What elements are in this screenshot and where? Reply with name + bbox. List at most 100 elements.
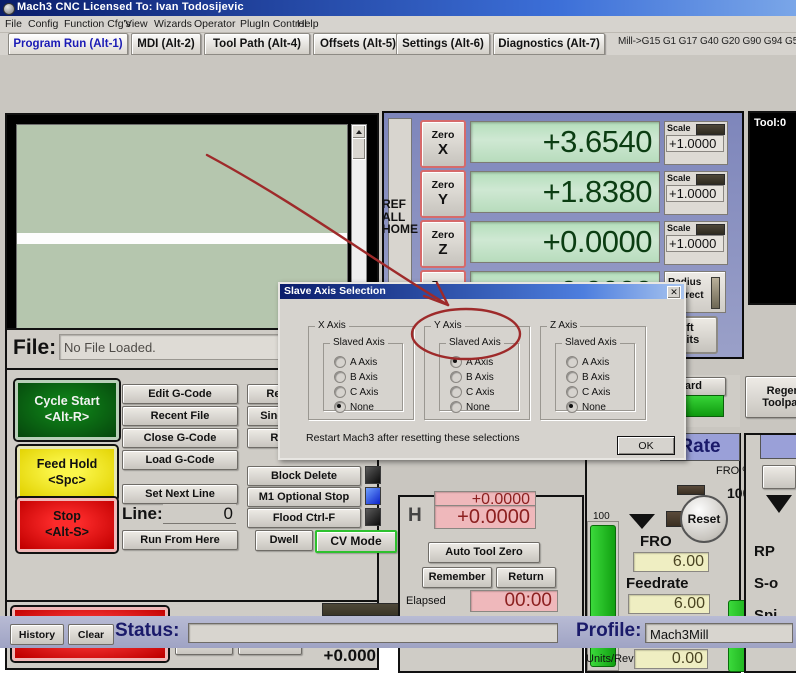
scale-z-value[interactable]: +1.0000 xyxy=(666,235,724,252)
clear-button[interactable]: Clear xyxy=(68,624,114,645)
regen-toolpath-button[interactable]: Regen. Toolpath xyxy=(745,376,796,418)
edit-gcode-button[interactable]: Edit G-Code xyxy=(122,384,238,404)
close-gcode-button[interactable]: Close G-Code xyxy=(122,428,238,448)
feed-hold-button[interactable]: Feed Hold <Spc> xyxy=(17,446,117,500)
scale-x-label: Scale xyxy=(667,123,691,133)
stop-button[interactable]: Stop <Alt-S> xyxy=(17,498,117,552)
slave-axis-selection-dialog: Slave Axis Selection ✕ X Axis Slaved Axi… xyxy=(278,282,686,460)
units-per-rev-label: Units/Rev xyxy=(586,653,634,665)
spindle-toggle-button[interactable] xyxy=(762,465,796,489)
scale-y-value[interactable]: +1.0000 xyxy=(666,185,724,202)
set-next-line-button[interactable]: Set Next Line xyxy=(122,484,238,504)
z-radio-none-label: None xyxy=(582,402,606,413)
load-gcode-button[interactable]: Load G-Code xyxy=(122,450,238,470)
block-delete-led xyxy=(365,466,381,484)
scale-y-box: Scale +1.0000 xyxy=(664,171,728,215)
fro-value[interactable]: 6.00 xyxy=(633,552,709,572)
close-icon[interactable]: ✕ xyxy=(667,286,681,299)
tab-tool-path[interactable]: Tool Path (Alt-4) xyxy=(204,33,310,55)
z-radio-a-axis[interactable]: A Axis xyxy=(566,356,609,368)
y-radio-a-label: A Axis xyxy=(466,357,493,368)
flood-button[interactable]: Flood Ctrl-F xyxy=(247,508,361,528)
y-radio-none[interactable]: None xyxy=(450,401,490,413)
scroll-up-arrow-icon[interactable] xyxy=(352,125,366,139)
regen-toolpath-label-2: Toolpath xyxy=(762,397,796,409)
menu-item-file[interactable]: File xyxy=(5,18,22,30)
y-radio-c-axis[interactable]: C Axis xyxy=(450,386,494,398)
line-number-value[interactable]: 0 xyxy=(163,504,236,524)
zero-y-button[interactable]: Zero Y xyxy=(420,170,466,218)
y-radio-b-axis[interactable]: B Axis xyxy=(450,371,494,383)
y-radio-a-axis[interactable]: A Axis xyxy=(450,356,493,368)
block-delete-button[interactable]: Block Delete xyxy=(247,466,361,486)
z-radio-b-label: B Axis xyxy=(582,372,610,383)
y-radio-c-label: C Axis xyxy=(466,387,494,398)
zero-x-label: Zero xyxy=(432,130,455,142)
zero-x-button[interactable]: Zero X xyxy=(420,120,466,168)
menu-item-help[interactable]: Help xyxy=(297,18,319,30)
dialog-ok-button[interactable]: OK xyxy=(617,436,675,455)
menu-item-view[interactable]: View xyxy=(125,18,148,30)
tab-diagnostics[interactable]: Diagnostics (Alt-7) xyxy=(493,33,605,55)
fro-reset-knob[interactable]: Reset xyxy=(680,495,728,543)
x-radio-none[interactable]: None xyxy=(334,401,374,413)
x-radio-c-axis[interactable]: C Axis xyxy=(334,386,378,398)
status-label: Status: xyxy=(115,620,179,642)
feedrate-value[interactable]: 6.00 xyxy=(628,594,710,614)
spindle-down-arrow-icon[interactable] xyxy=(766,495,792,513)
dro-y-value[interactable]: +1.8380 xyxy=(470,171,660,213)
menu-item-config[interactable]: Config xyxy=(28,18,58,30)
z-radio-c-dot xyxy=(566,386,578,398)
scale-x-value[interactable]: +1.0000 xyxy=(666,135,724,152)
menu-item-operator[interactable]: Operator xyxy=(194,18,235,30)
flood-led xyxy=(365,508,381,526)
tab-settings[interactable]: Settings (Alt-6) xyxy=(396,33,490,55)
tool-display-box: Tool:0 xyxy=(748,111,796,305)
z-radio-b-dot xyxy=(566,371,578,383)
m1-optional-stop-button[interactable]: M1 Optional Stop xyxy=(247,487,361,507)
dro-x-value[interactable]: +3.6540 xyxy=(470,121,660,163)
menu-item-function-cfgs[interactable]: Function Cfg's xyxy=(64,18,131,30)
x-radio-a-axis[interactable]: A Axis xyxy=(334,356,377,368)
dro-z-value[interactable]: +0.0000 xyxy=(470,221,660,263)
history-button[interactable]: History xyxy=(10,624,64,645)
regen-toolpath-label-1: Regen. xyxy=(767,385,796,397)
run-from-here-button[interactable]: Run From Here xyxy=(122,530,238,550)
fro-down-arrow-icon[interactable] xyxy=(629,514,655,529)
stop-label-2: <Alt-S> xyxy=(45,525,89,541)
z-inhibit-value[interactable]: +0.000 xyxy=(304,646,376,666)
z-radio-c-label: C Axis xyxy=(582,387,610,398)
units-per-rev-value[interactable]: 0.00 xyxy=(634,649,708,669)
x-radio-c-dot xyxy=(334,386,346,398)
gcode-modal-status-line: Mill->G15 G1 G17 G40 G20 G90 G94 G54 G xyxy=(618,36,796,52)
zero-z-button[interactable]: Zero Z xyxy=(420,220,466,268)
cv-mode-button[interactable]: CV Mode xyxy=(315,530,397,553)
h-offset-value[interactable]: +0.0000 xyxy=(434,505,536,529)
return-button[interactable]: Return xyxy=(496,567,556,588)
x-radio-b-axis[interactable]: B Axis xyxy=(334,371,378,383)
fro-slider-marker[interactable] xyxy=(677,485,705,495)
cycle-start-button[interactable]: Cycle Start <Alt-R> xyxy=(15,380,119,440)
tab-mdi[interactable]: MDI (Alt-2) xyxy=(131,33,201,55)
scrollbar-thumb[interactable] xyxy=(352,138,366,160)
elapsed-time-value[interactable]: 00:00 xyxy=(470,590,558,612)
z-radio-c-axis[interactable]: C Axis xyxy=(566,386,610,398)
y-slaved-axis-caption: Slaved Axis xyxy=(446,337,504,348)
z-radio-b-axis[interactable]: B Axis xyxy=(566,371,610,383)
y-radio-none-label: None xyxy=(466,402,490,413)
dwell-button[interactable]: Dwell xyxy=(255,530,313,551)
profile-name-field[interactable]: Mach3Mill xyxy=(645,623,793,643)
tab-program-run[interactable]: Program Run (Alt-1) xyxy=(8,33,128,55)
feed-hold-label-2: <Spc> xyxy=(48,473,86,489)
s-override-label: S-o xyxy=(754,575,778,592)
auto-tool-zero-button[interactable]: Auto Tool Zero xyxy=(428,542,540,563)
scale-y-label: Scale xyxy=(667,173,691,183)
tab-offsets[interactable]: Offsets (Alt-5) xyxy=(313,33,403,55)
recent-file-button[interactable]: Recent File xyxy=(122,406,238,426)
z-radio-a-dot xyxy=(566,356,578,368)
remember-button[interactable]: Remember xyxy=(422,567,492,588)
zero-y-axis: Y xyxy=(438,192,448,209)
dialog-titlebar: Slave Axis Selection ✕ xyxy=(280,284,684,299)
menu-item-wizards[interactable]: Wizards xyxy=(154,18,192,30)
z-radio-none[interactable]: None xyxy=(566,401,606,413)
